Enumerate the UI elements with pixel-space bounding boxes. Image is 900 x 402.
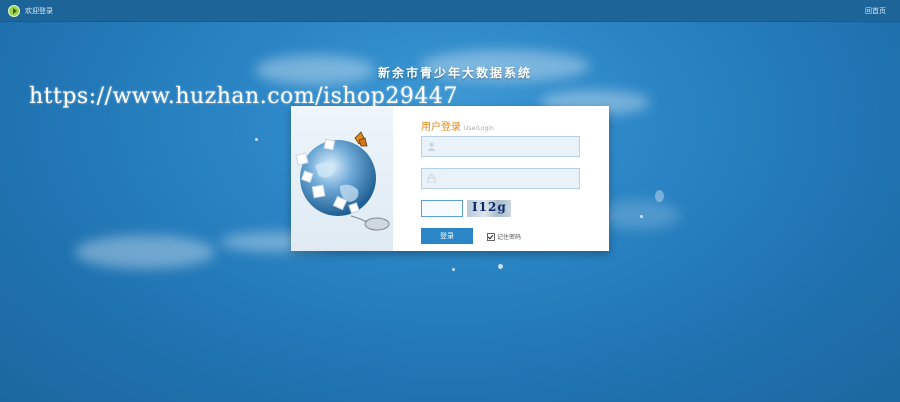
login-title: 用户登录 (421, 122, 461, 133)
remember-label: 记住密码 (497, 234, 522, 241)
system-title: 新余市青少年大数据系统 (377, 66, 532, 80)
login-panel: 用户登录 UserLogin I12g 登录 记住密码 (291, 106, 609, 251)
login-illustration-panel (291, 106, 393, 251)
home-link[interactable]: 回首页 (865, 6, 886, 16)
lock-icon (427, 174, 436, 183)
captcha-image[interactable]: I12g (467, 200, 511, 217)
remember-checkbox[interactable] (487, 232, 495, 241)
play-circle-icon (8, 4, 20, 17)
captcha-input[interactable] (421, 200, 463, 217)
cloud (75, 235, 215, 269)
username-field[interactable] (421, 136, 580, 157)
password-input[interactable] (440, 171, 576, 186)
top-bar: 欢迎登录 回首页 (0, 0, 900, 22)
captcha-code: I12g (472, 200, 507, 214)
sparkle (655, 190, 664, 202)
watermark-text: https://www.huzhan.com/ishop29447 (29, 84, 458, 109)
login-button[interactable]: 登录 (421, 228, 473, 244)
welcome-text: 欢迎登录 (25, 6, 53, 15)
sparkle (255, 138, 258, 141)
sparkle (498, 264, 503, 269)
topbar-left: 欢迎登录 (8, 4, 53, 17)
login-heading: 用户登录 UserLogin (421, 115, 494, 134)
sparkle (640, 215, 643, 218)
globe-illustration (295, 131, 390, 231)
password-field[interactable] (421, 168, 580, 189)
sparkle (452, 268, 455, 271)
user-icon (427, 142, 436, 151)
remember-password[interactable]: 记住密码 (487, 232, 521, 241)
username-input[interactable] (440, 139, 576, 154)
login-form: 用户登录 UserLogin I12g 登录 记住密码 (421, 106, 601, 251)
login-subtitle: UserLogin (464, 125, 494, 132)
